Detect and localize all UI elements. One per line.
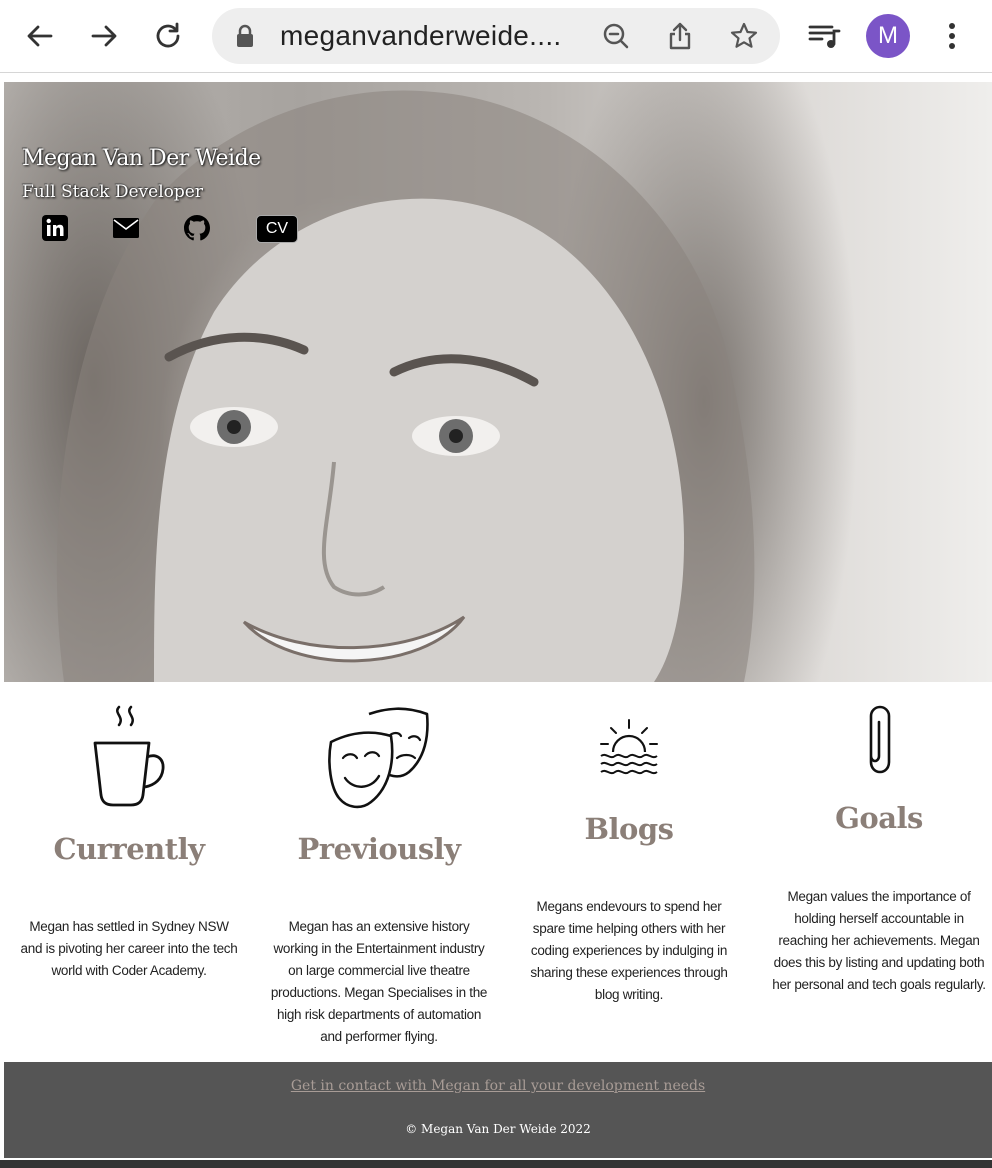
paperclip-icon [869,705,891,774]
card-goals: Goals Megan values the importance of hol… [769,700,989,1000]
share-button[interactable] [664,20,696,52]
browser-toolbar: meganvanderweide.... M [0,0,992,73]
playlist-music-icon [808,25,841,48]
theatre-masks-icon [328,707,429,809]
card-blogs: Blogs Megans endevours to spend her spar… [519,700,739,1020]
linkedin-icon [42,215,68,241]
address-bar[interactable]: meganvanderweide.... [212,8,780,64]
github-link[interactable] [181,212,213,244]
hero-subtitle: Full Stack Developer [22,182,203,202]
github-icon [184,215,210,241]
reload-button[interactable] [146,14,190,58]
hero-section: Megan Van Der Weide Full Stack Developer… [4,82,992,682]
coffee-cup-icon [93,705,165,807]
bookmark-button[interactable] [728,20,760,52]
email-link[interactable] [110,212,142,244]
lock-icon [237,24,253,47]
reload-icon [156,22,180,48]
forward-arrow-icon [91,25,117,47]
card-heading: Blogs [584,812,674,846]
card-currently: Currently Megan has settled in Sydney NS… [19,700,239,1000]
page-bottom-edge [0,1160,992,1168]
card-text: Megan has settled in Sydney NSW and is p… [20,919,238,978]
back-arrow-icon [27,25,53,47]
share-icon [669,22,691,50]
zoom-button[interactable] [600,20,632,52]
card-heading: Previously [297,832,461,866]
card-text: Megans endevours to spend her spare time… [530,899,728,1002]
star-icon [730,22,758,48]
more-vertical-icon [949,23,955,49]
card-heading: Goals [835,801,923,835]
portrait-photo [56,90,755,682]
media-control-button[interactable] [802,14,846,58]
back-button[interactable] [18,14,62,58]
hero-name: Megan Van Der Weide [22,146,261,171]
linkedin-link[interactable] [39,212,71,244]
zoom-out-icon [603,23,629,49]
copyright-text: © Megan Van Der Weide 2022 [405,1122,591,1136]
contact-link[interactable]: Get in contact with Megan for all your d… [4,1078,992,1094]
forward-button[interactable] [82,14,126,58]
url-text: meganvanderweide.... [280,20,562,51]
sunset-waves-icon [600,719,658,775]
email-icon [113,218,139,238]
footer: Get in contact with Megan for all your d… [4,1062,992,1158]
card-text: Megan values the importance of holding h… [772,889,986,992]
card-text: Megan has an extensive history working i… [270,919,488,1044]
card-heading: Currently [53,832,205,866]
card-previously: Previously Megan has an extensive histor… [269,700,489,1044]
browser-menu-button[interactable] [930,14,974,58]
profile-avatar[interactable]: M [866,14,910,58]
cv-button[interactable]: CV [256,215,298,243]
